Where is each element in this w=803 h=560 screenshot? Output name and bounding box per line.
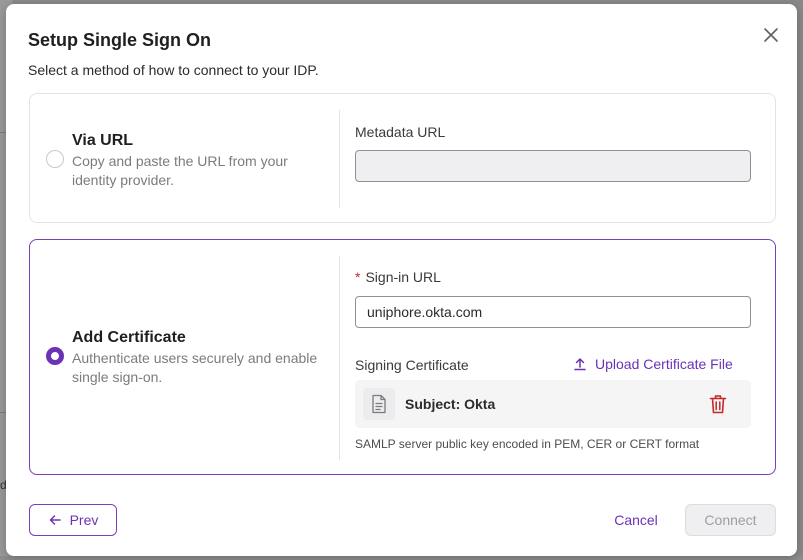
upload-icon (574, 358, 586, 371)
add-certificate-title: Add Certificate (72, 329, 186, 346)
background-app-bottom (0, 556, 803, 560)
signin-url-label: * Sign-in URL (355, 269, 441, 285)
signin-url-label-text: Sign-in URL (365, 269, 441, 285)
file-name: Subject: Okta (405, 396, 496, 412)
arrow-left-icon (49, 515, 61, 525)
via-url-description: Copy and paste the URL from your identit… (72, 153, 288, 188)
upload-certificate-label: Upload Certificate File (595, 356, 733, 372)
certificate-helper-text: SAMLP server public key encoded in PEM, … (355, 437, 700, 451)
card-divider (339, 256, 340, 460)
uploaded-file-row: Subject: Okta (355, 380, 751, 428)
metadata-url-label: Metadata URL (355, 124, 446, 140)
option-card-add-certificate[interactable]: Add Certificate Authenticate users secur… (29, 239, 776, 475)
file-icon-container (363, 388, 395, 420)
add-certificate-radio[interactable] (46, 347, 64, 365)
sso-setup-modal: Setup Single Sign On Select a method of … (6, 4, 797, 556)
cancel-button[interactable]: Cancel (602, 504, 670, 536)
modal-title: Setup Single Sign On (28, 30, 212, 50)
trash-icon (709, 395, 727, 414)
metadata-url-input[interactable] (355, 150, 751, 182)
delete-file-button[interactable] (709, 394, 727, 414)
prev-button[interactable]: Prev (29, 504, 117, 536)
close-icon (764, 28, 778, 42)
via-url-title: Via URL (72, 132, 134, 149)
add-certificate-description: Authenticate users securely and enable s… (72, 350, 318, 385)
connect-button[interactable]: Connect (685, 504, 776, 536)
upload-certificate-button[interactable]: Upload Certificate File (573, 356, 733, 372)
close-button[interactable] (761, 25, 781, 45)
prev-button-label: Prev (69, 512, 99, 528)
via-url-radio[interactable] (46, 150, 64, 168)
signin-url-input[interactable] (355, 296, 751, 328)
required-marker: * (355, 269, 361, 285)
card-divider (339, 110, 340, 208)
signing-certificate-label: Signing Certificate (355, 357, 469, 373)
modal-subtitle: Select a method of how to connect to you… (28, 62, 319, 78)
document-icon (372, 394, 386, 414)
option-card-via-url[interactable]: Via URL Copy and paste the URL from your… (29, 93, 776, 223)
